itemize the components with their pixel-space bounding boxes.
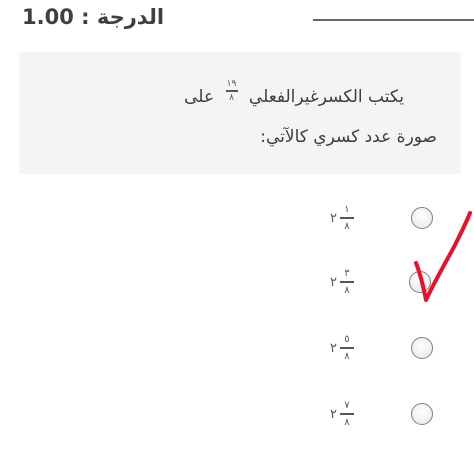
option-numerator: ٧ — [344, 400, 350, 412]
question-suffix: على — [184, 86, 215, 107]
question-fraction: ١٩ ٨ — [225, 79, 238, 103]
fraction-bar — [339, 217, 354, 219]
option-fraction: ١ ٨ — [339, 204, 354, 232]
question-line-2: صورة عدد كسري كالآتي: — [260, 127, 437, 147]
question-box: يكتب الكسرغيرالفعلي ١٩ ٨ على صورة عدد كس… — [19, 52, 461, 174]
question-fraction-denominator: ٨ — [229, 92, 234, 103]
option-whole: ٢ — [330, 340, 337, 356]
option-4-radio[interactable] — [411, 403, 433, 425]
option-numerator: ٣ — [344, 268, 350, 280]
handdrawn-checkmark-icon — [414, 211, 472, 302]
fraction-bar — [225, 90, 238, 92]
option-3[interactable]: ٢ ٥ ٨ — [330, 328, 470, 378]
option-numerator: ٥ — [344, 334, 350, 346]
option-denominator: ٨ — [344, 220, 350, 232]
option-whole: ٢ — [330, 210, 337, 226]
grade-label: الدرجة : 1.00 — [22, 5, 165, 29]
option-3-label: ٢ ٥ ٨ — [330, 328, 354, 368]
fraction-bar — [339, 281, 354, 283]
option-fraction: ٧ ٨ — [339, 400, 354, 428]
fraction-bar — [339, 413, 354, 415]
option-denominator: ٨ — [344, 284, 350, 296]
option-whole: ٢ — [330, 274, 337, 290]
option-fraction: ٥ ٨ — [339, 334, 354, 362]
question-prefix: يكتب الكسرغيرالفعلي — [248, 86, 404, 107]
option-2-label: ٢ ٣ ٨ — [330, 262, 354, 302]
option-4-label: ٢ ٧ ٨ — [330, 394, 354, 434]
option-denominator: ٨ — [344, 416, 350, 428]
option-fraction: ٣ ٨ — [339, 268, 354, 296]
header-divider — [313, 19, 474, 21]
question-line-1: يكتب الكسرغيرالفعلي ١٩ ٨ على — [184, 79, 404, 109]
option-whole: ٢ — [330, 406, 337, 422]
option-3-radio[interactable] — [411, 337, 433, 359]
fraction-bar — [339, 347, 354, 349]
option-numerator: ١ — [344, 204, 350, 216]
grade-header: الدرجة : 1.00 — [0, 0, 474, 40]
option-denominator: ٨ — [344, 350, 350, 362]
option-4[interactable]: ٢ ٧ ٨ — [330, 394, 470, 444]
question-fraction-numerator: ١٩ — [226, 79, 237, 89]
option-1-label: ٢ ١ ٨ — [330, 198, 354, 238]
